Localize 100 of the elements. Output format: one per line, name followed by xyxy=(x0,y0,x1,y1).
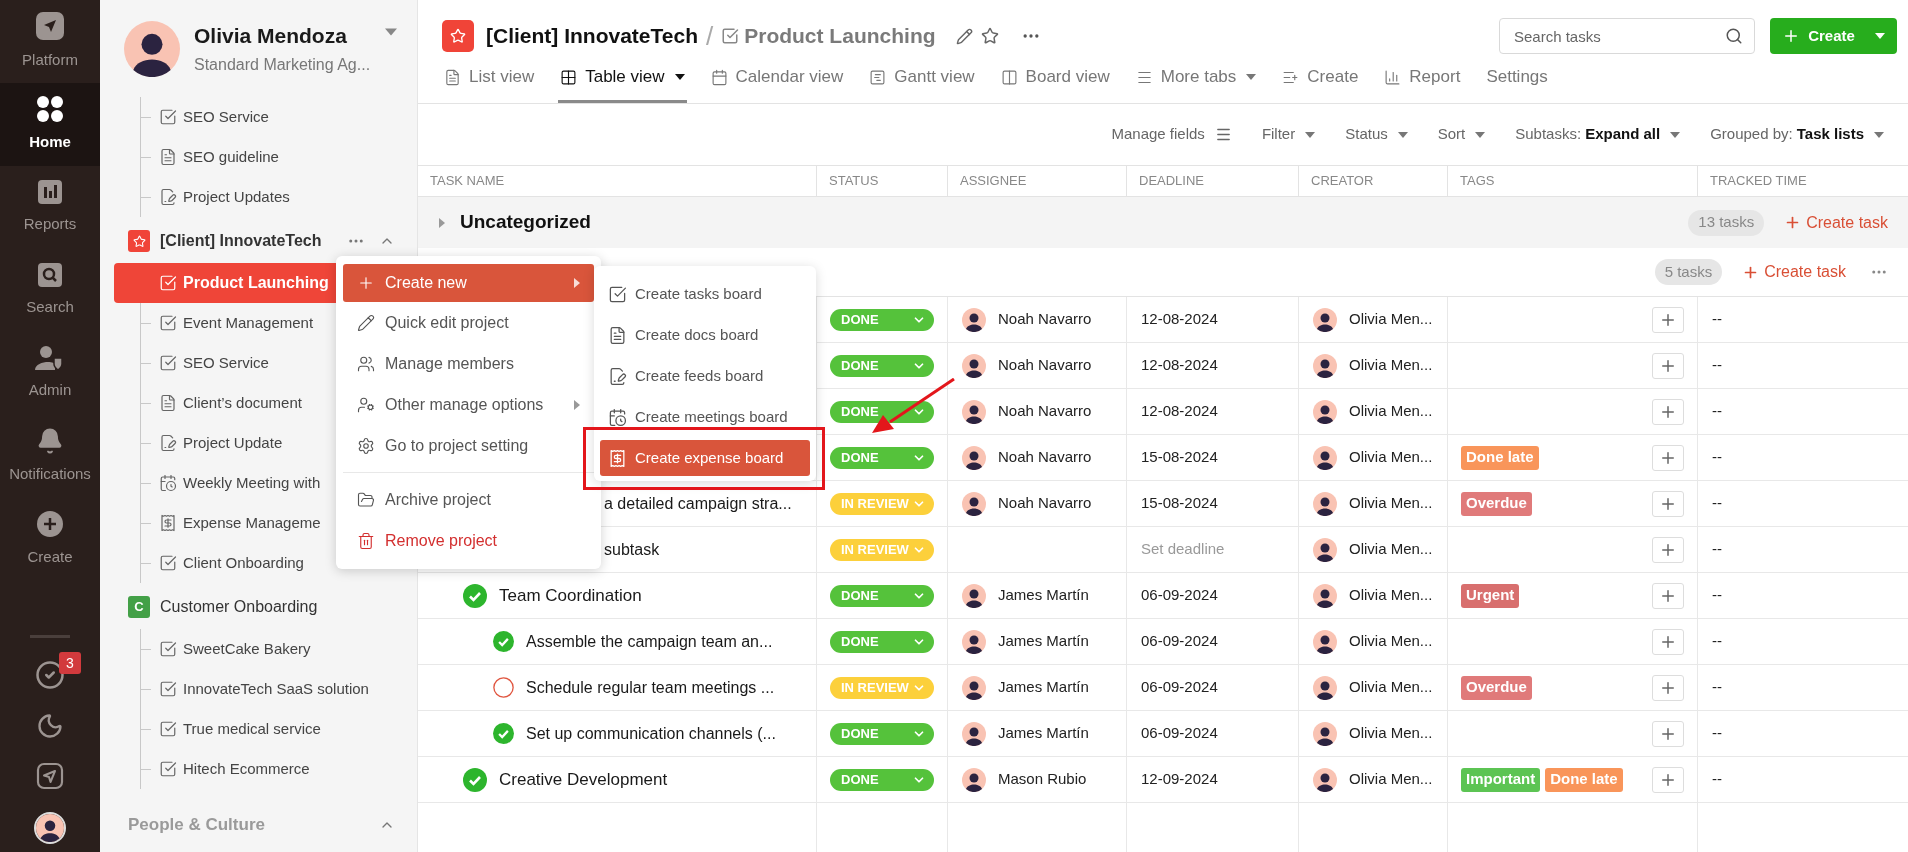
add-tag-button[interactable] xyxy=(1652,674,1684,701)
view-tab[interactable]: List view xyxy=(442,60,537,103)
project-title[interactable]: [Client] InnovateTech xyxy=(486,20,698,52)
bell-icon xyxy=(36,427,64,456)
collapsed-caret-icon[interactable] xyxy=(438,217,446,228)
toolbar-control[interactable]: Filter xyxy=(1261,123,1316,146)
menu-item[interactable]: Create docs board xyxy=(600,315,810,356)
toolbar-control[interactable]: Status xyxy=(1345,123,1408,146)
task-checkbox[interactable] xyxy=(463,767,487,792)
task-check-icon[interactable] xyxy=(35,660,65,690)
view-tab[interactable]: Table view xyxy=(558,60,687,103)
menu-item[interactable]: Create feeds board xyxy=(600,356,810,397)
search-field[interactable]: Search tasks xyxy=(1499,18,1755,54)
view-tab[interactable]: Settings xyxy=(1484,60,1550,103)
add-tag-button[interactable] xyxy=(1652,536,1684,563)
task-name[interactable]: a detailed campaign stra... xyxy=(604,491,792,516)
menu-item[interactable]: Quick edit project xyxy=(343,302,594,343)
add-tag-button[interactable] xyxy=(1652,720,1684,747)
task-checkbox[interactable] xyxy=(493,631,514,652)
add-tag-button[interactable] xyxy=(1652,766,1684,793)
add-tag-button[interactable] xyxy=(1652,352,1684,379)
add-tag-button[interactable] xyxy=(1652,490,1684,517)
menu-item[interactable]: Create meetings board xyxy=(600,397,810,438)
document-icon xyxy=(608,326,627,345)
rail-item[interactable]: Platform xyxy=(0,0,100,83)
menu-item[interactable]: Create tasks board xyxy=(600,274,810,315)
menu-item[interactable]: Go to project setting xyxy=(343,425,594,466)
view-tab[interactable]: Report xyxy=(1382,60,1463,103)
task-name[interactable]: Team Coordination xyxy=(499,582,642,609)
toolbar-control[interactable]: Subtasks: Expand all xyxy=(1515,123,1681,146)
sidebar-item[interactable]: SEO guideline xyxy=(159,145,279,169)
create-task-button[interactable]: Create task xyxy=(1742,260,1846,284)
assignee-name: Noah Navarro xyxy=(998,401,1092,422)
task-name[interactable]: Assemble the campaign team an... xyxy=(526,629,773,654)
task-name[interactable]: Creative Development xyxy=(499,766,668,793)
task-checkbox[interactable] xyxy=(463,583,487,608)
menu-item[interactable]: Create new xyxy=(343,264,594,302)
receipt-icon xyxy=(608,448,627,468)
star-icon[interactable] xyxy=(980,27,999,45)
checkbox-icon xyxy=(159,314,177,332)
calendar-icon xyxy=(710,68,728,86)
rail-item[interactable]: Notifications xyxy=(0,415,100,498)
sidebar-item[interactable]: Hitech Ecommerce xyxy=(159,757,310,781)
project-name[interactable]: [Client] InnovateTech xyxy=(160,229,322,253)
sidebar-item[interactable]: SweetCake Bakery xyxy=(159,637,311,661)
add-tag-button[interactable] xyxy=(1652,582,1684,609)
create-task-button[interactable]: Create task xyxy=(1784,210,1888,235)
creator-name: Olivia Men... xyxy=(1349,723,1433,744)
rail-item[interactable]: Search xyxy=(0,249,100,332)
menu-item[interactable]: Remove project xyxy=(343,520,594,561)
task-name[interactable]: Schedule regular team meetings ... xyxy=(526,675,775,700)
rail-item[interactable]: Create xyxy=(0,498,100,581)
view-tab[interactable]: Calendar view xyxy=(708,60,846,103)
task-name[interactable]: Set up communication channels (... xyxy=(526,721,776,746)
group-title[interactable]: Uncategorized xyxy=(460,208,591,237)
view-tab[interactable]: More tabs xyxy=(1133,60,1259,103)
task-name[interactable]: subtask xyxy=(604,537,660,562)
rail-item[interactable]: Admin xyxy=(0,332,100,415)
rail-item[interactable]: Reports xyxy=(0,166,100,249)
sidebar-item[interactable]: Expense Manageme xyxy=(159,511,321,535)
task-checkbox[interactable] xyxy=(493,723,514,744)
toolbar-control[interactable]: Manage fields xyxy=(1111,123,1232,146)
sidebar-item[interactable]: Event Management xyxy=(159,311,314,335)
add-tag-button[interactable] xyxy=(1652,628,1684,655)
sidebar-item[interactable]: Project Update xyxy=(159,431,283,455)
view-tab[interactable]: Gantt view xyxy=(867,60,977,103)
project-name[interactable]: Customer Onboarding xyxy=(160,595,318,619)
menu-item[interactable]: Other manage options xyxy=(343,384,594,425)
avatar xyxy=(962,445,986,470)
send-icon[interactable] xyxy=(36,762,64,790)
calendar-clock-icon xyxy=(608,408,627,427)
pencil-icon[interactable] xyxy=(955,27,973,45)
sidebar-item[interactable]: SEO Service xyxy=(159,105,269,129)
add-tag-button[interactable] xyxy=(1652,398,1684,425)
sidebar-item[interactable]: SEO Service xyxy=(159,351,269,375)
menu-item[interactable]: Archive project xyxy=(343,479,594,520)
view-tab[interactable]: Create xyxy=(1280,60,1361,103)
sidebar-item[interactable]: Project Updates xyxy=(159,185,290,209)
creator-name: Olivia Men... xyxy=(1349,539,1433,560)
add-tag-button[interactable] xyxy=(1652,306,1684,333)
add-tag-button[interactable] xyxy=(1652,444,1684,471)
sidebar-item[interactable]: Weekly Meeting with xyxy=(159,471,321,495)
avatar xyxy=(962,399,986,424)
menu-item[interactable]: Manage members xyxy=(343,343,594,384)
toolbar-control[interactable]: Sort xyxy=(1437,123,1486,146)
moon-icon[interactable] xyxy=(36,712,64,740)
checkbox-icon xyxy=(721,27,740,45)
breadcrumb-separator: / xyxy=(705,19,714,53)
search-icon xyxy=(1725,27,1743,45)
settings-icon xyxy=(357,436,375,455)
sidebar-item[interactable]: Client’s document xyxy=(159,391,302,415)
rail-item[interactable]: Home xyxy=(0,83,100,166)
sidebar-item[interactable]: InnovateTech SaaS solution xyxy=(159,677,369,701)
toolbar-control[interactable]: Grouped by: Task lists xyxy=(1710,123,1884,146)
view-tab[interactable]: Board view xyxy=(998,60,1112,103)
menu-item[interactable]: Create expense board xyxy=(600,440,810,476)
trash-icon xyxy=(357,531,375,550)
sidebar-item[interactable]: Client Onboarding xyxy=(159,551,304,575)
task-checkbox[interactable] xyxy=(493,677,514,698)
sidebar-item[interactable]: True medical service xyxy=(159,717,321,741)
